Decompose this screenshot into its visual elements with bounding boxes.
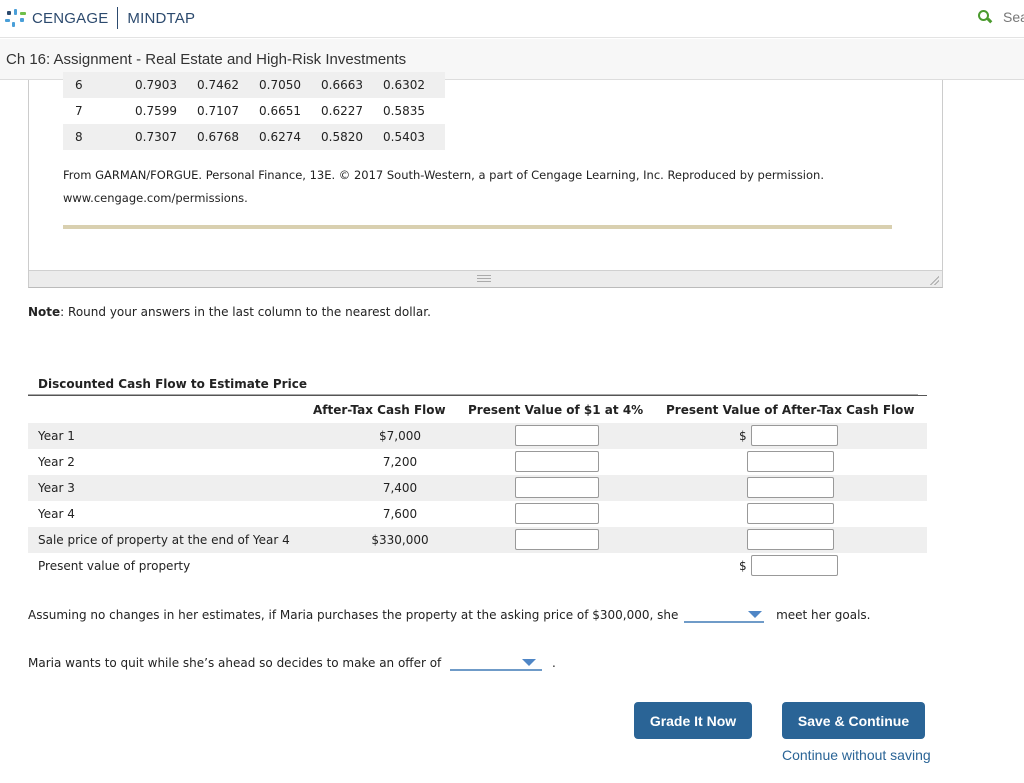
search-icon <box>977 9 993 25</box>
grade-it-now-button[interactable]: Grade It Now <box>634 702 752 739</box>
pv-factor-cell: 0.5403 <box>373 124 435 150</box>
column-header-pv-factor: Present Value of $1 at 4% <box>468 403 644 417</box>
column-header-pv-cash-flow: Present Value of After-Tax Cash Flow <box>666 403 915 417</box>
present-value-table: 6 0.7903 0.7462 0.7050 0.6663 0.6302 7 0.7599 0.… <box>63 72 445 150</box>
caret-down-icon <box>748 611 763 618</box>
top-header: CENGAGE MINDTAP Sea <box>0 0 1024 38</box>
question-offer-suffix: . <box>551 656 556 670</box>
dcf-table-row: Year 2 7,200 <box>28 449 927 475</box>
goal-dropdown[interactable] <box>684 607 765 623</box>
save-and-continue-button[interactable]: Save & Continue <box>782 702 925 739</box>
pv-factor-cell: 0.7599 <box>135 104 177 118</box>
pv-cash-flow-input[interactable] <box>747 503 834 524</box>
currency-symbol: $ <box>739 559 747 573</box>
pv-table-row: 8 0.7307 0.6768 0.6274 0.5820 0.5403 <box>63 124 445 150</box>
pv-factor-cell: 0.7462 <box>187 72 249 98</box>
pv-cash-flow-input[interactable] <box>747 477 834 498</box>
after-tax-cash-flow: 7,600 <box>382 507 418 521</box>
after-tax-cash-flow: 7,200 <box>382 455 418 469</box>
cengage-logo[interactable]: CENGAGE MINDTAP <box>4 7 196 29</box>
row-label: Year 1 <box>38 429 75 443</box>
row-label: Year 2 <box>38 455 75 469</box>
pad-cell <box>435 72 445 98</box>
currency-symbol: $ <box>739 429 747 443</box>
note-text: : Round your answers in the last column … <box>60 305 431 319</box>
pv-factor-cell: 0.6274 <box>249 124 311 150</box>
pv-factor-cell: 0.6663 <box>311 72 373 98</box>
after-tax-cash-flow: $7,000 <box>379 429 421 443</box>
pv-factor-input[interactable] <box>515 503 599 524</box>
pv-factor-cell: 0.6768 <box>187 124 249 150</box>
dcf-table-row: Year 4 7,600 <box>28 501 927 527</box>
pv-cash-flow-input[interactable] <box>747 451 834 472</box>
page-title: Ch 16: Assignment - Real Estate and High… <box>6 51 407 68</box>
note-label: Note <box>28 305 61 319</box>
pv-factor-input[interactable] <box>515 477 599 498</box>
logo-divider <box>117 7 119 29</box>
product-name: MINDTAP <box>127 9 196 27</box>
frame-resize-bar[interactable] <box>29 270 942 287</box>
credit-line-1: From GARMAN/FORGUE. Personal Finance, 13… <box>63 168 824 182</box>
column-header-cash-flow: After-Tax Cash Flow <box>313 403 446 417</box>
rounding-note: Note: Round your answers in the last col… <box>28 305 431 319</box>
pv-factor-cell: 0.7107 <box>197 104 239 118</box>
pad-cell <box>435 124 445 150</box>
pv-factor-input[interactable] <box>515 425 599 446</box>
question-goal-suffix: meet her goals. <box>776 608 871 622</box>
after-tax-cash-flow: $330,000 <box>371 533 429 547</box>
credit-line-2: www.cengage.com/permissions. <box>63 191 248 205</box>
property-present-value-input[interactable] <box>751 555 838 576</box>
continue-without-saving-link[interactable]: Continue without saving <box>782 747 931 763</box>
pv-cash-flow-input[interactable] <box>747 529 834 550</box>
pv-factor-cell: 0.5820 <box>311 124 373 150</box>
offer-dropdown[interactable] <box>450 655 543 671</box>
divider <box>63 225 892 229</box>
row-label: Year 4 <box>38 507 75 521</box>
resize-handle-icon[interactable] <box>929 275 939 285</box>
pv-factor-input[interactable] <box>515 529 599 550</box>
row-label: Sale price of property at the end of Yea… <box>38 533 290 547</box>
search-label: Sea <box>1003 9 1024 25</box>
pv-factor-cell: 0.6302 <box>373 72 435 98</box>
period-cell: 7 <box>75 104 83 118</box>
pv-table-row: 6 0.7903 0.7462 0.7050 0.6663 0.6302 <box>63 72 445 98</box>
row-label: Year 3 <box>38 481 75 495</box>
pv-table-row: 7 0.7599 0.7107 0.6651 0.6227 0.5835 <box>63 98 445 124</box>
row-label: Present value of property <box>38 559 191 573</box>
dcf-table-row: Year 3 7,400 <box>28 475 927 501</box>
caret-down-icon <box>522 659 537 666</box>
pv-factor-cell: 0.6651 <box>259 104 301 118</box>
pv-cash-flow-input[interactable] <box>751 425 838 446</box>
brand-name: CENGAGE <box>32 9 109 27</box>
pv-factor-cell: 0.6227 <box>321 104 363 118</box>
period-cell: 6 <box>63 72 125 98</box>
after-tax-cash-flow: 7,400 <box>382 481 418 495</box>
pv-factor-cell: 0.7307 <box>125 124 187 150</box>
pv-factor-cell: 0.7050 <box>249 72 311 98</box>
source-credit: From GARMAN/FORGUE. Personal Finance, 13… <box>63 164 824 210</box>
dcf-table-title: Discounted Cash Flow to Estimate Price <box>38 377 307 391</box>
pv-factor-cell: 0.7903 <box>125 72 187 98</box>
question-goal: Assuming no changes in her estimates, if… <box>28 607 871 623</box>
question-goal-text: Assuming no changes in her estimates, if… <box>28 608 679 622</box>
reference-frame: 6 0.7903 0.7462 0.7050 0.6663 0.6302 7 0.7599 0.… <box>28 72 943 288</box>
dcf-table-row: Sale price of property at the end of Yea… <box>28 527 927 553</box>
cengage-logo-icon <box>4 8 28 28</box>
dcf-table-row: Year 1 $7,000 $ <box>28 423 927 449</box>
pad-cell <box>435 98 445 124</box>
search-button[interactable]: Sea <box>977 9 1024 25</box>
pv-factor-input[interactable] <box>515 451 599 472</box>
pv-factor-cell: 0.5835 <box>383 104 425 118</box>
period-cell: 8 <box>63 124 125 150</box>
question-offer-text: Maria wants to quit while she’s ahead so… <box>28 656 442 670</box>
dcf-table-row: Present value of property $ <box>28 553 927 579</box>
grip-icon[interactable] <box>477 275 491 283</box>
table-top-rule <box>28 395 927 396</box>
question-offer: Maria wants to quit while she’s ahead so… <box>28 655 556 671</box>
